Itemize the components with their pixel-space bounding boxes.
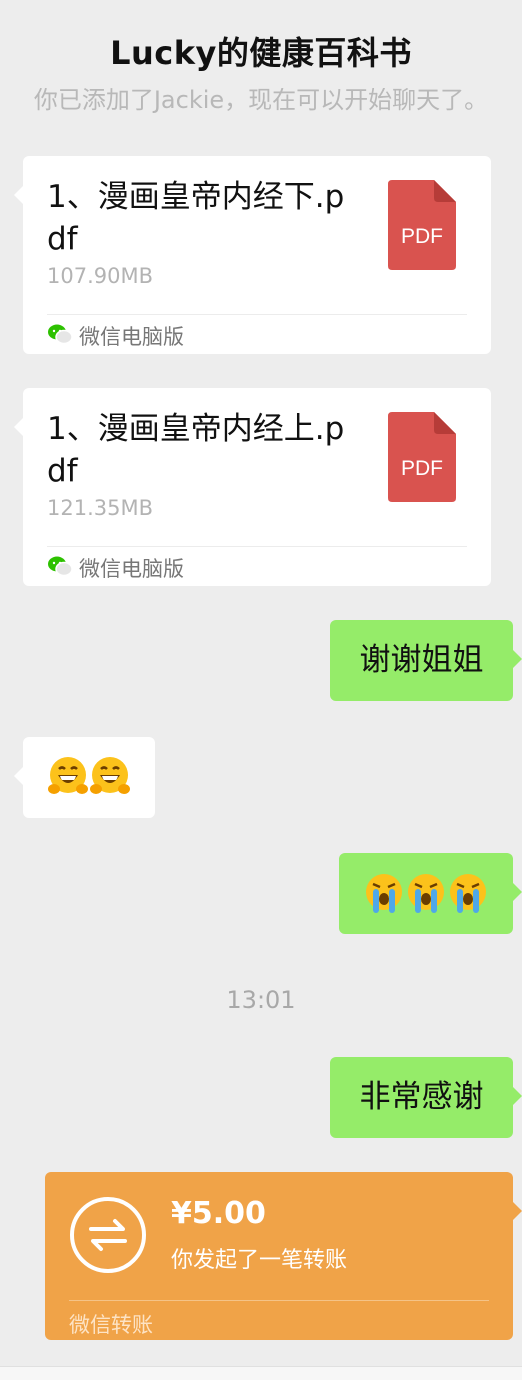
input-bar-edge: [0, 1366, 522, 1380]
file-footer: 微信电脑版: [47, 546, 467, 583]
file-name: 1、漫画皇帝内经上.pdf: [47, 411, 345, 489]
divider: [69, 1300, 489, 1301]
file-message-1[interactable]: 1、漫画皇帝内经下.pdf 107.90MB PDF 微信电脑版: [14, 156, 491, 354]
message-timestamp: 13:01: [226, 986, 296, 1014]
transfer-description: 你发起了一笔转账: [171, 1248, 348, 1273]
file-name: 1、漫画皇帝内经下.pdf: [47, 179, 345, 257]
message-text: 谢谢姐姐: [359, 642, 484, 678]
sent-message-very-thanks[interactable]: 非常感谢: [330, 1057, 522, 1138]
file-source: 微信电脑版: [79, 557, 184, 581]
chat-header: Lucky的健康百科书: [0, 0, 522, 88]
received-message-emoji[interactable]: [14, 737, 155, 818]
sent-message-emoji[interactable]: [339, 853, 522, 934]
grinning-face-emoji: [48, 755, 88, 799]
bubble-tail: [14, 418, 23, 436]
sent-message-thanks[interactable]: 谢谢姐姐: [330, 620, 522, 701]
crying-face-emoji: [448, 871, 488, 915]
bubble-tail: [513, 883, 522, 901]
crying-face-emoji: [364, 871, 404, 915]
file-size: 107.90MB: [47, 264, 154, 288]
wechat-icon: [47, 323, 73, 345]
pdf-file-icon: PDF: [388, 412, 456, 502]
file-source: 微信电脑版: [79, 325, 184, 349]
bubble-tail: [14, 767, 23, 785]
bubble-tail: [513, 1202, 522, 1220]
transfer-amount: ¥5.00: [171, 1196, 266, 1231]
file-footer: 微信电脑版: [47, 314, 467, 351]
message-text: 非常感谢: [359, 1079, 484, 1115]
bubble-tail: [513, 650, 522, 668]
transfer-arrows-icon: [69, 1196, 147, 1274]
transfer-message[interactable]: ¥5.00 你发起了一笔转账 微信转账: [45, 1172, 522, 1340]
file-size: 121.35MB: [47, 496, 154, 520]
pdf-file-icon: PDF: [388, 180, 456, 270]
chat-title: Lucky的健康百科书: [110, 34, 412, 72]
transfer-source: 微信转账: [69, 1313, 153, 1337]
wechat-icon: [47, 555, 73, 577]
svg-text:PDF: PDF: [401, 225, 443, 248]
system-message: 你已添加了Jackie，现在可以开始聊天了。: [33, 86, 489, 114]
file-message-2[interactable]: 1、漫画皇帝内经上.pdf 121.35MB PDF 微信电脑版: [14, 388, 491, 586]
grinning-face-emoji: [90, 755, 130, 799]
svg-text:PDF: PDF: [401, 457, 443, 480]
bubble-tail: [513, 1087, 522, 1105]
bubble-tail: [14, 186, 23, 204]
crying-face-emoji: [406, 871, 446, 915]
